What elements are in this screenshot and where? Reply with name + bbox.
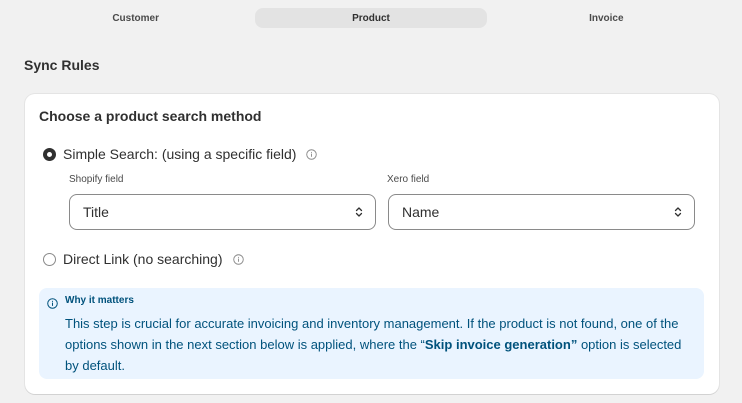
chevron-up-down-icon xyxy=(674,207,682,217)
shopify-field-select[interactable]: Title xyxy=(69,194,376,230)
simple-search-option[interactable]: Simple Search: (using a specific field) xyxy=(43,146,318,162)
xero-field-value: Name xyxy=(402,204,440,220)
direct-link-label: Direct Link (no searching) xyxy=(63,251,223,267)
simple-search-radio[interactable] xyxy=(43,147,56,161)
notice-body: This step is crucial for accurate invoic… xyxy=(65,313,695,376)
info-icon[interactable] xyxy=(232,253,244,265)
card-title: Choose a product search method xyxy=(39,108,262,124)
notice-body-bold: Skip invoice generation” xyxy=(424,337,578,352)
notice-title: Why it matters xyxy=(65,295,134,306)
xero-field-select[interactable]: Name xyxy=(388,194,695,230)
xero-field-label: Xero field xyxy=(387,174,430,185)
direct-link-radio[interactable] xyxy=(43,252,56,266)
tab-customer[interactable]: Customer xyxy=(20,8,251,28)
simple-search-label: Simple Search: (using a specific field) xyxy=(63,146,297,162)
direct-link-option[interactable]: Direct Link (no searching) xyxy=(43,251,244,267)
why-it-matters-banner: Why it matters This step is crucial for … xyxy=(39,288,704,379)
tab-product[interactable]: Product xyxy=(255,8,487,28)
tab-bar: Customer Product Invoice xyxy=(20,8,722,28)
info-icon[interactable] xyxy=(306,148,318,160)
tab-invoice[interactable]: Invoice xyxy=(491,8,722,28)
shopify-field-value: Title xyxy=(83,204,109,220)
chevron-up-down-icon xyxy=(355,207,363,217)
search-method-card: Choose a product search method Simple Se… xyxy=(25,94,719,394)
section-title: Sync Rules xyxy=(24,57,100,73)
info-icon xyxy=(47,296,58,309)
shopify-field-label: Shopify field xyxy=(69,174,124,185)
